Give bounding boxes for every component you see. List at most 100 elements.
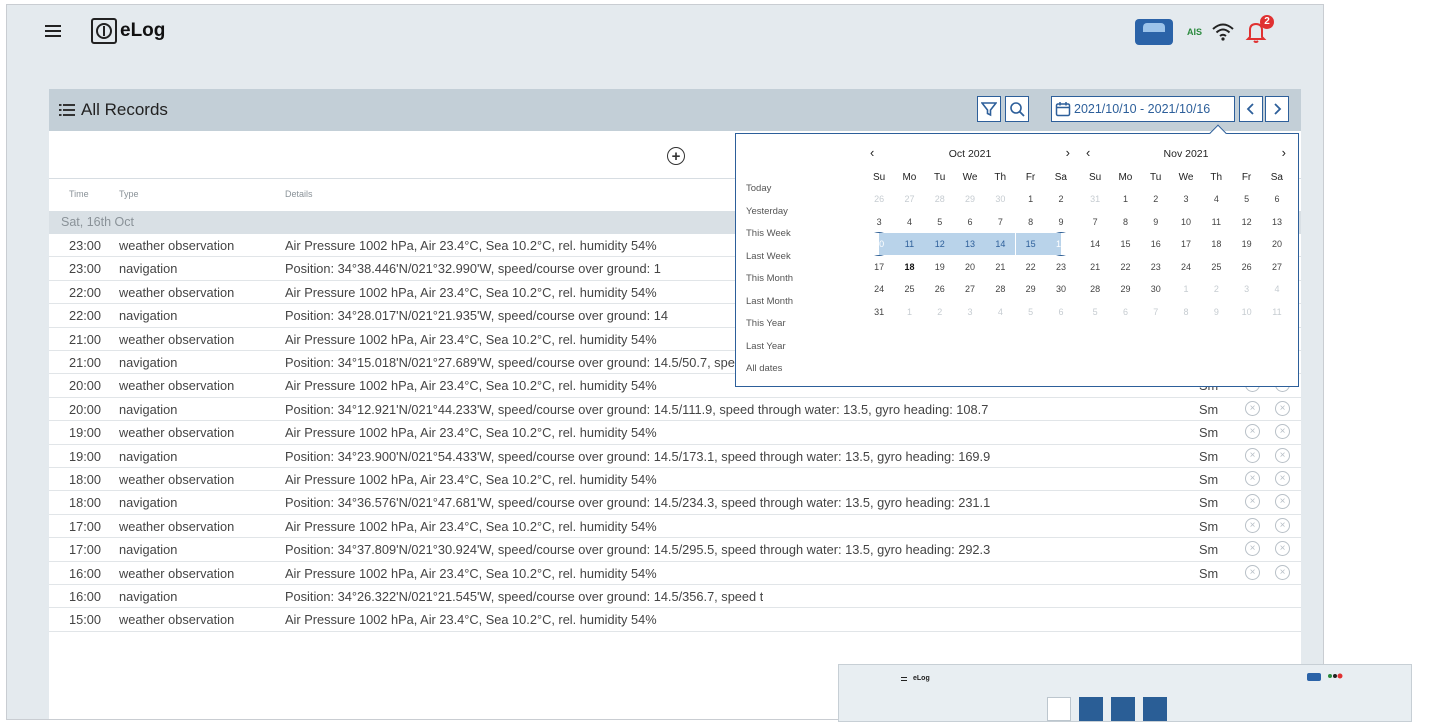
calendar-day[interactable]: 4 [894, 211, 924, 233]
calendar-day[interactable]: 2 [1201, 278, 1231, 300]
calendar-day[interactable]: 6 [1262, 188, 1292, 210]
table-row[interactable]: 19:00 weather observation Air Pressure 100… [49, 421, 1301, 445]
next-month-button[interactable]: › [1282, 145, 1286, 160]
table-row[interactable]: 19:00 navigation Position: 34°23.900'N/021… [49, 445, 1301, 468]
calendar-day[interactable]: 7 [1141, 301, 1171, 323]
calendar-day[interactable]: 27 [1262, 256, 1292, 278]
row-action-icon[interactable]: × [1245, 400, 1260, 416]
calendar-day[interactable]: 27 [894, 188, 924, 210]
calendar-day[interactable]: 10 [1232, 301, 1262, 323]
row-action-icon[interactable]: × [1245, 541, 1260, 557]
calendar-day[interactable]: 3 [1232, 278, 1262, 300]
calendar-day[interactable]: 4 [985, 301, 1015, 323]
column-header-time[interactable]: Time [69, 189, 89, 199]
calendar-day[interactable]: 21 [985, 256, 1015, 278]
row-action-icon[interactable]: × [1245, 564, 1260, 580]
calendar-day[interactable]: 7 [985, 211, 1015, 233]
calendar-day[interactable]: 29 [1110, 278, 1140, 300]
table-row[interactable]: 20:00 navigation Position: 34°12.921'N/021… [49, 398, 1301, 422]
calendar-day[interactable]: 7 [1080, 211, 1110, 233]
calendar-day[interactable]: 15 [1015, 233, 1046, 255]
row-delete-icon[interactable]: × [1275, 494, 1290, 510]
calendar-day[interactable]: 13 [954, 233, 986, 255]
row-delete-icon[interactable]: × [1275, 424, 1290, 440]
table-row[interactable]: 18:00 weather observation Air Pressure 100… [49, 468, 1301, 492]
search-button[interactable] [1005, 96, 1029, 122]
calendar-day[interactable]: 5 [1080, 301, 1110, 323]
calendar-day[interactable]: 12 [924, 233, 955, 255]
calendar-day[interactable]: 4 [1201, 188, 1231, 210]
calendar-day[interactable]: 17 [864, 256, 894, 278]
calendar-day[interactable]: 29 [955, 188, 985, 210]
calendar-day[interactable]: 16 [1045, 232, 1077, 256]
table-row[interactable]: 17:00 navigation Position: 34°37.809'N/021… [49, 538, 1301, 562]
calendar-day[interactable]: 8 [1110, 211, 1140, 233]
row-delete-icon[interactable]: × [1275, 541, 1290, 557]
calendar-day[interactable]: 8 [1016, 211, 1046, 233]
calendar-day[interactable]: 24 [1171, 256, 1201, 278]
calendar-day[interactable]: 1 [894, 301, 924, 323]
calendar-day[interactable]: 20 [955, 256, 985, 278]
row-action-icon[interactable]: × [1245, 424, 1260, 440]
table-row[interactable]: 16:00 weather observation Air Pressure 100… [49, 562, 1301, 585]
preset-option[interactable]: Yesterday [746, 201, 793, 224]
calendar-day[interactable]: 1 [1110, 188, 1140, 210]
calendar-day[interactable]: 14 [1080, 233, 1110, 255]
calendar-day[interactable]: 2 [1141, 188, 1171, 210]
calendar-day[interactable]: 11 [894, 233, 925, 255]
preset-option[interactable]: Last Month [746, 291, 793, 314]
calendar-day[interactable]: 15 [1110, 233, 1140, 255]
calendar-day[interactable]: 19 [1232, 233, 1262, 255]
calendar-day[interactable]: 6 [1110, 301, 1140, 323]
calendar-day[interactable]: 3 [955, 301, 985, 323]
calendar-day[interactable]: 2 [1046, 188, 1076, 210]
calendar-day[interactable]: 26 [925, 278, 955, 300]
calendar-day[interactable]: 9 [1201, 301, 1231, 323]
calendar-day[interactable]: 8 [1171, 301, 1201, 323]
calendar-day[interactable]: 10 [864, 232, 895, 256]
calendar-day[interactable]: 3 [1171, 188, 1201, 210]
calendar-day[interactable]: 11 [1201, 211, 1231, 233]
calendar-day[interactable]: 22 [1016, 256, 1046, 278]
calendar-day[interactable]: 30 [1141, 278, 1171, 300]
calendar-day[interactable]: 23 [1046, 256, 1076, 278]
calendar-day[interactable]: 20 [1262, 233, 1292, 255]
calendar-day[interactable]: 16 [1141, 233, 1171, 255]
calendar-day[interactable]: 26 [1232, 256, 1262, 278]
preset-option[interactable]: Last Week [746, 246, 793, 269]
calendar-day[interactable]: 28 [985, 278, 1015, 300]
calendar-day[interactable]: 19 [925, 256, 955, 278]
calendar-day[interactable]: 18 [1201, 233, 1231, 255]
calendar-day[interactable]: 6 [1046, 301, 1076, 323]
calendar-day[interactable]: 10 [1171, 211, 1201, 233]
calendar-day[interactable]: 23 [1141, 256, 1171, 278]
calendar-day[interactable]: 1 [1171, 278, 1201, 300]
preset-option[interactable]: This Year [746, 313, 793, 336]
calendar-day[interactable]: 27 [955, 278, 985, 300]
calendar-day[interactable]: 5 [1016, 301, 1046, 323]
menu-icon[interactable] [45, 25, 61, 37]
preset-option[interactable]: Today [746, 178, 793, 201]
calendar-day[interactable]: 9 [1046, 211, 1076, 233]
table-row[interactable]: 16:00 navigation Position: 34°26.322'N/021… [49, 585, 1301, 609]
calendar-day[interactable]: 1 [1016, 188, 1046, 210]
preset-option[interactable]: Last Year [746, 336, 793, 359]
row-delete-icon[interactable]: × [1275, 517, 1290, 533]
calendar-day[interactable]: 22 [1110, 256, 1140, 278]
calendar-day[interactable]: 17 [1171, 233, 1201, 255]
add-record-button[interactable]: + [667, 147, 685, 165]
row-delete-icon[interactable]: × [1275, 400, 1290, 416]
preset-option[interactable]: This Month [746, 268, 793, 291]
calendar-day[interactable]: 25 [1201, 256, 1231, 278]
column-header-details[interactable]: Details [285, 189, 313, 199]
calendar-day[interactable]: 18 [894, 256, 924, 278]
row-delete-icon[interactable]: × [1275, 471, 1290, 486]
calendar-day[interactable]: 13 [1262, 211, 1292, 233]
calendar-day[interactable]: 30 [985, 188, 1015, 210]
row-delete-icon[interactable]: × [1275, 447, 1290, 463]
row-action-icon[interactable]: × [1245, 447, 1260, 463]
calendar-day[interactable]: 5 [925, 211, 955, 233]
next-month-button[interactable]: › [1066, 145, 1070, 160]
calendar-day[interactable]: 30 [1046, 278, 1076, 300]
next-range-button[interactable] [1265, 96, 1289, 122]
